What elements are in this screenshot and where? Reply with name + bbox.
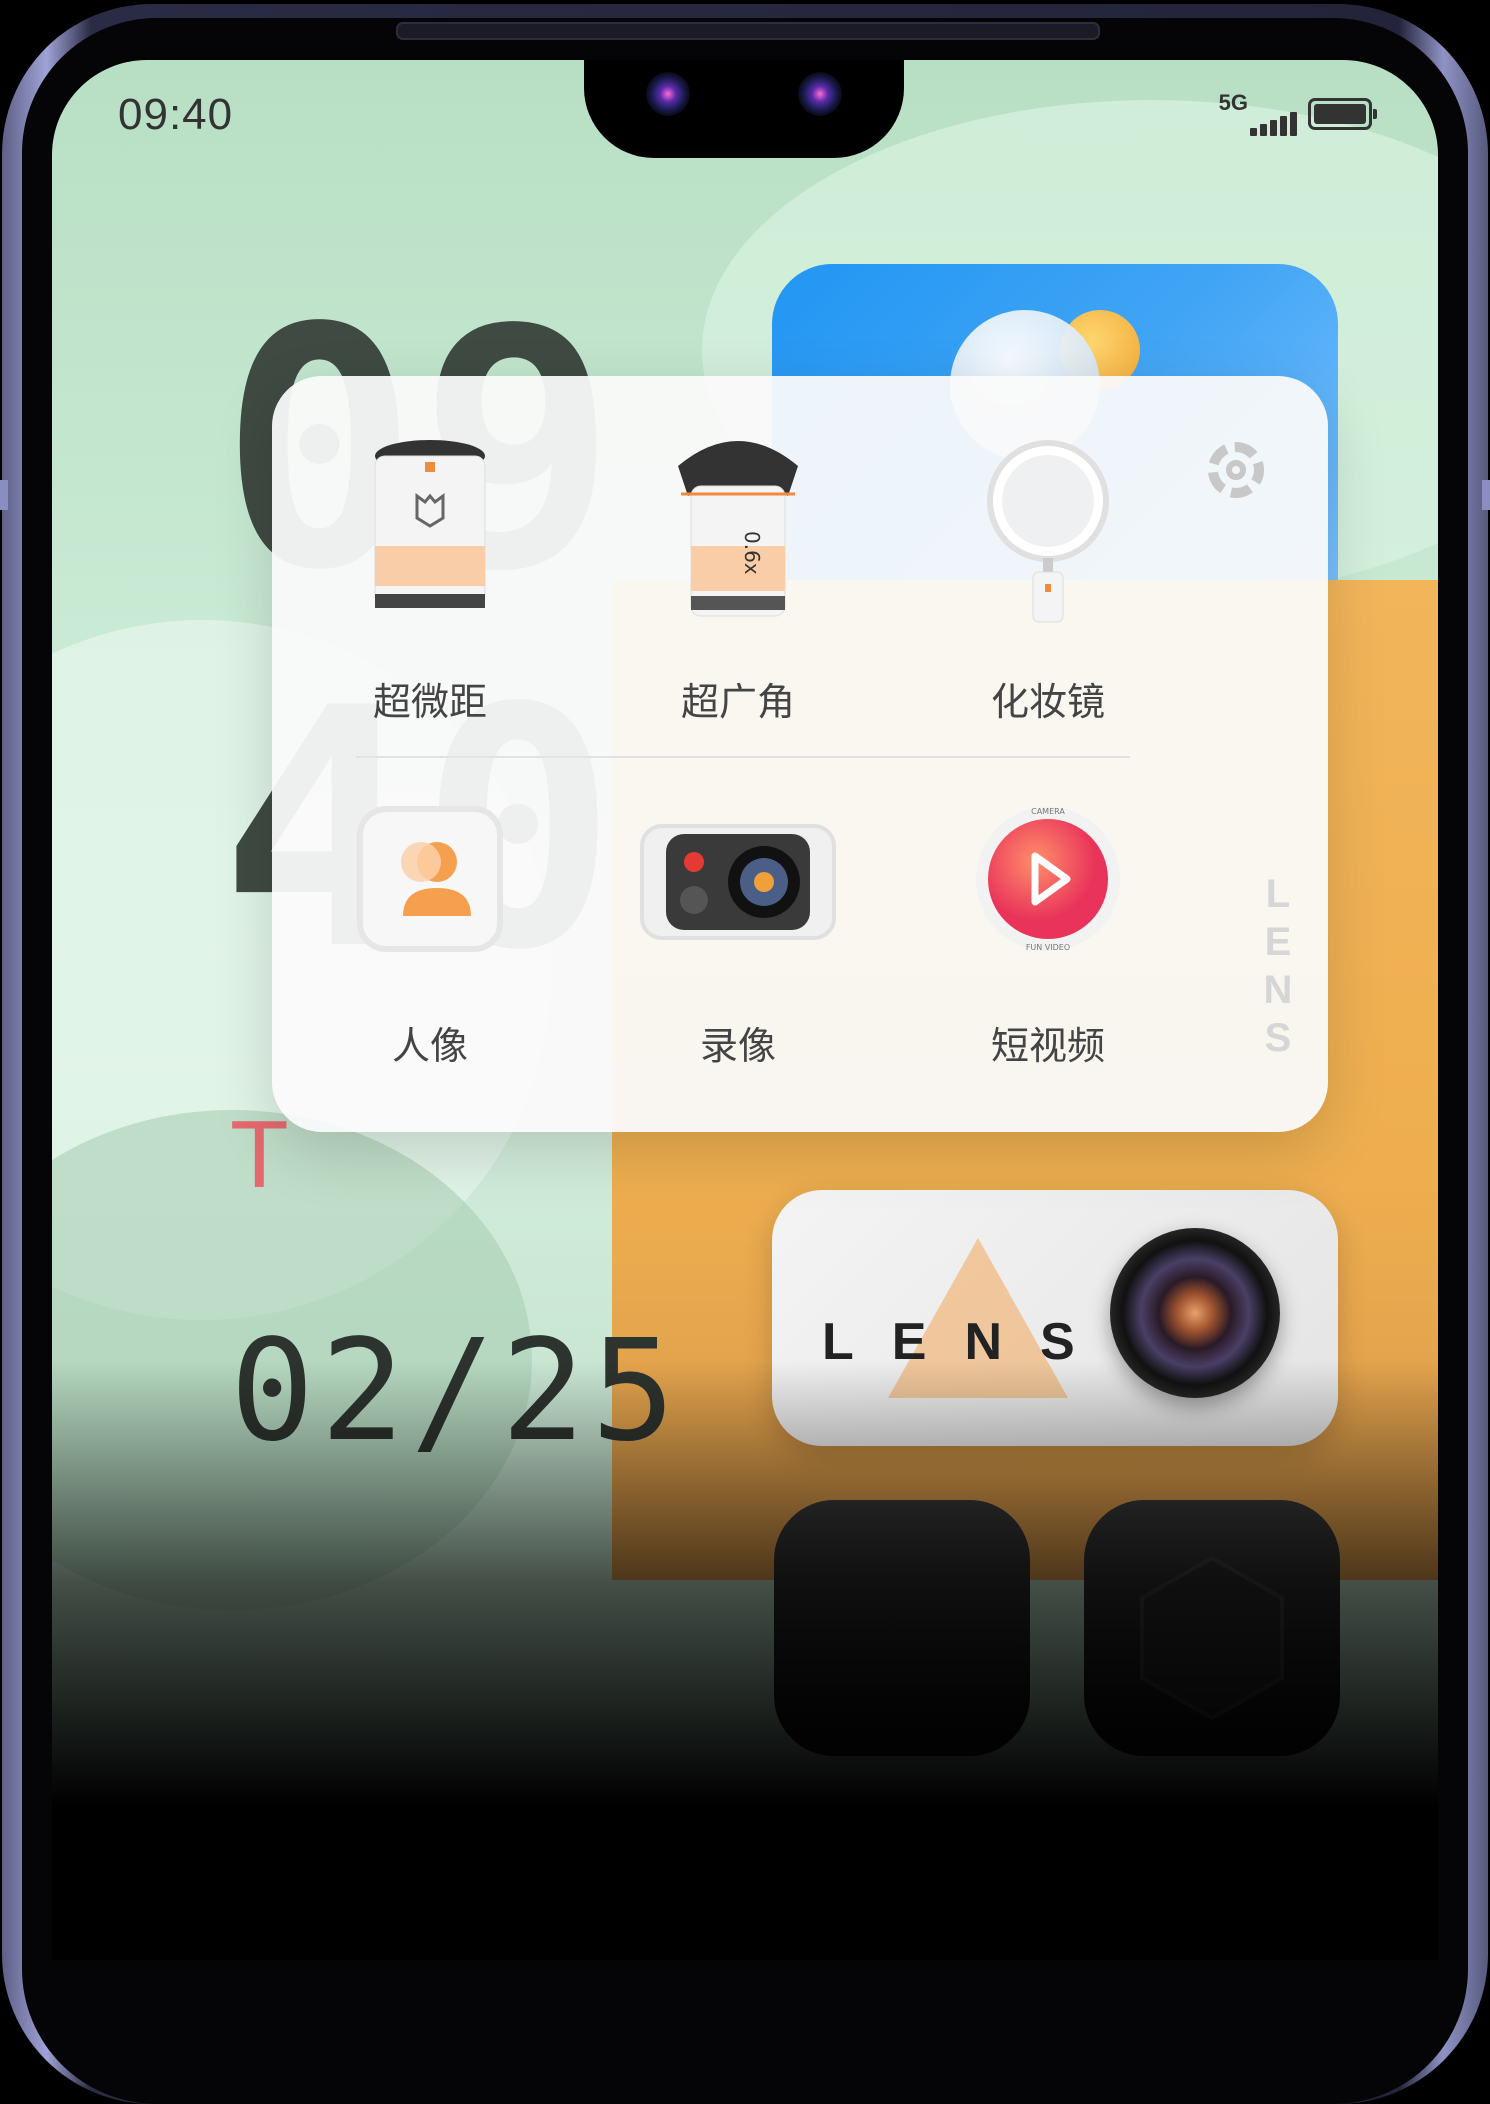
bottom-shadow-fade	[52, 1360, 1438, 1960]
ring-text-top: CAMERA	[1031, 807, 1065, 816]
side-button-left	[0, 480, 8, 510]
mode-wide-angle[interactable]: 0.6x 超广角	[618, 436, 858, 736]
status-icons: 5G	[1172, 90, 1377, 140]
macro-lens-icon	[374, 440, 486, 608]
status-time: 09:40	[118, 90, 234, 139]
popup-divider	[356, 756, 1130, 758]
tile-label: 超广角	[680, 680, 795, 724]
tile-label: 录像	[699, 1024, 776, 1068]
mode-macro[interactable]: 超微距	[310, 436, 550, 736]
tile-label: 短视频	[990, 1024, 1105, 1068]
settings-gear-icon[interactable]	[1208, 442, 1264, 498]
front-camera-icon	[646, 72, 690, 116]
battery-icon	[1308, 98, 1377, 130]
makeup-mirror-icon	[987, 440, 1109, 623]
home-screen: 09:40 5G 09 40 T 02/25	[52, 60, 1438, 1960]
mode-short-video[interactable]: CAMERA FUN VIDEO 短视频	[928, 804, 1168, 1104]
wide-angle-lens-icon: 0.6x	[678, 441, 798, 617]
front-camera-icon	[798, 72, 842, 116]
video-record-icon	[640, 824, 836, 940]
tile-label: 超微距	[372, 680, 487, 724]
battery-fill	[1314, 104, 1366, 124]
lens-side-label: LENS	[1263, 872, 1293, 1060]
network-type: 5G	[1218, 90, 1248, 115]
side-button-right	[1482, 480, 1490, 510]
earpiece-speaker	[396, 22, 1100, 40]
mode-portrait[interactable]: 人像	[310, 804, 550, 1104]
tile-label: 人像	[391, 1024, 468, 1068]
portrait-icon	[357, 806, 503, 952]
mode-video[interactable]: 录像	[618, 804, 858, 1104]
camera-modes-popup: 超微距 0.6x 超广角 化妆镜 人像 录像 CAMERA FUN VIDEO …	[272, 376, 1328, 1132]
phone-frame: 09:40 5G 09 40 T 02/25	[0, 0, 1490, 2104]
signal-icon	[1250, 108, 1298, 136]
ring-text-bottom: FUN VIDEO	[1026, 943, 1070, 952]
wide-lens-mark: 0.6x	[740, 531, 764, 575]
camera-notch	[584, 60, 904, 158]
tile-label: 化妆镜	[990, 680, 1105, 724]
weekday-label: T	[230, 1101, 289, 1208]
short-video-icon: CAMERA FUN VIDEO	[976, 807, 1120, 952]
mode-makeup-mirror[interactable]: 化妆镜	[928, 436, 1168, 736]
